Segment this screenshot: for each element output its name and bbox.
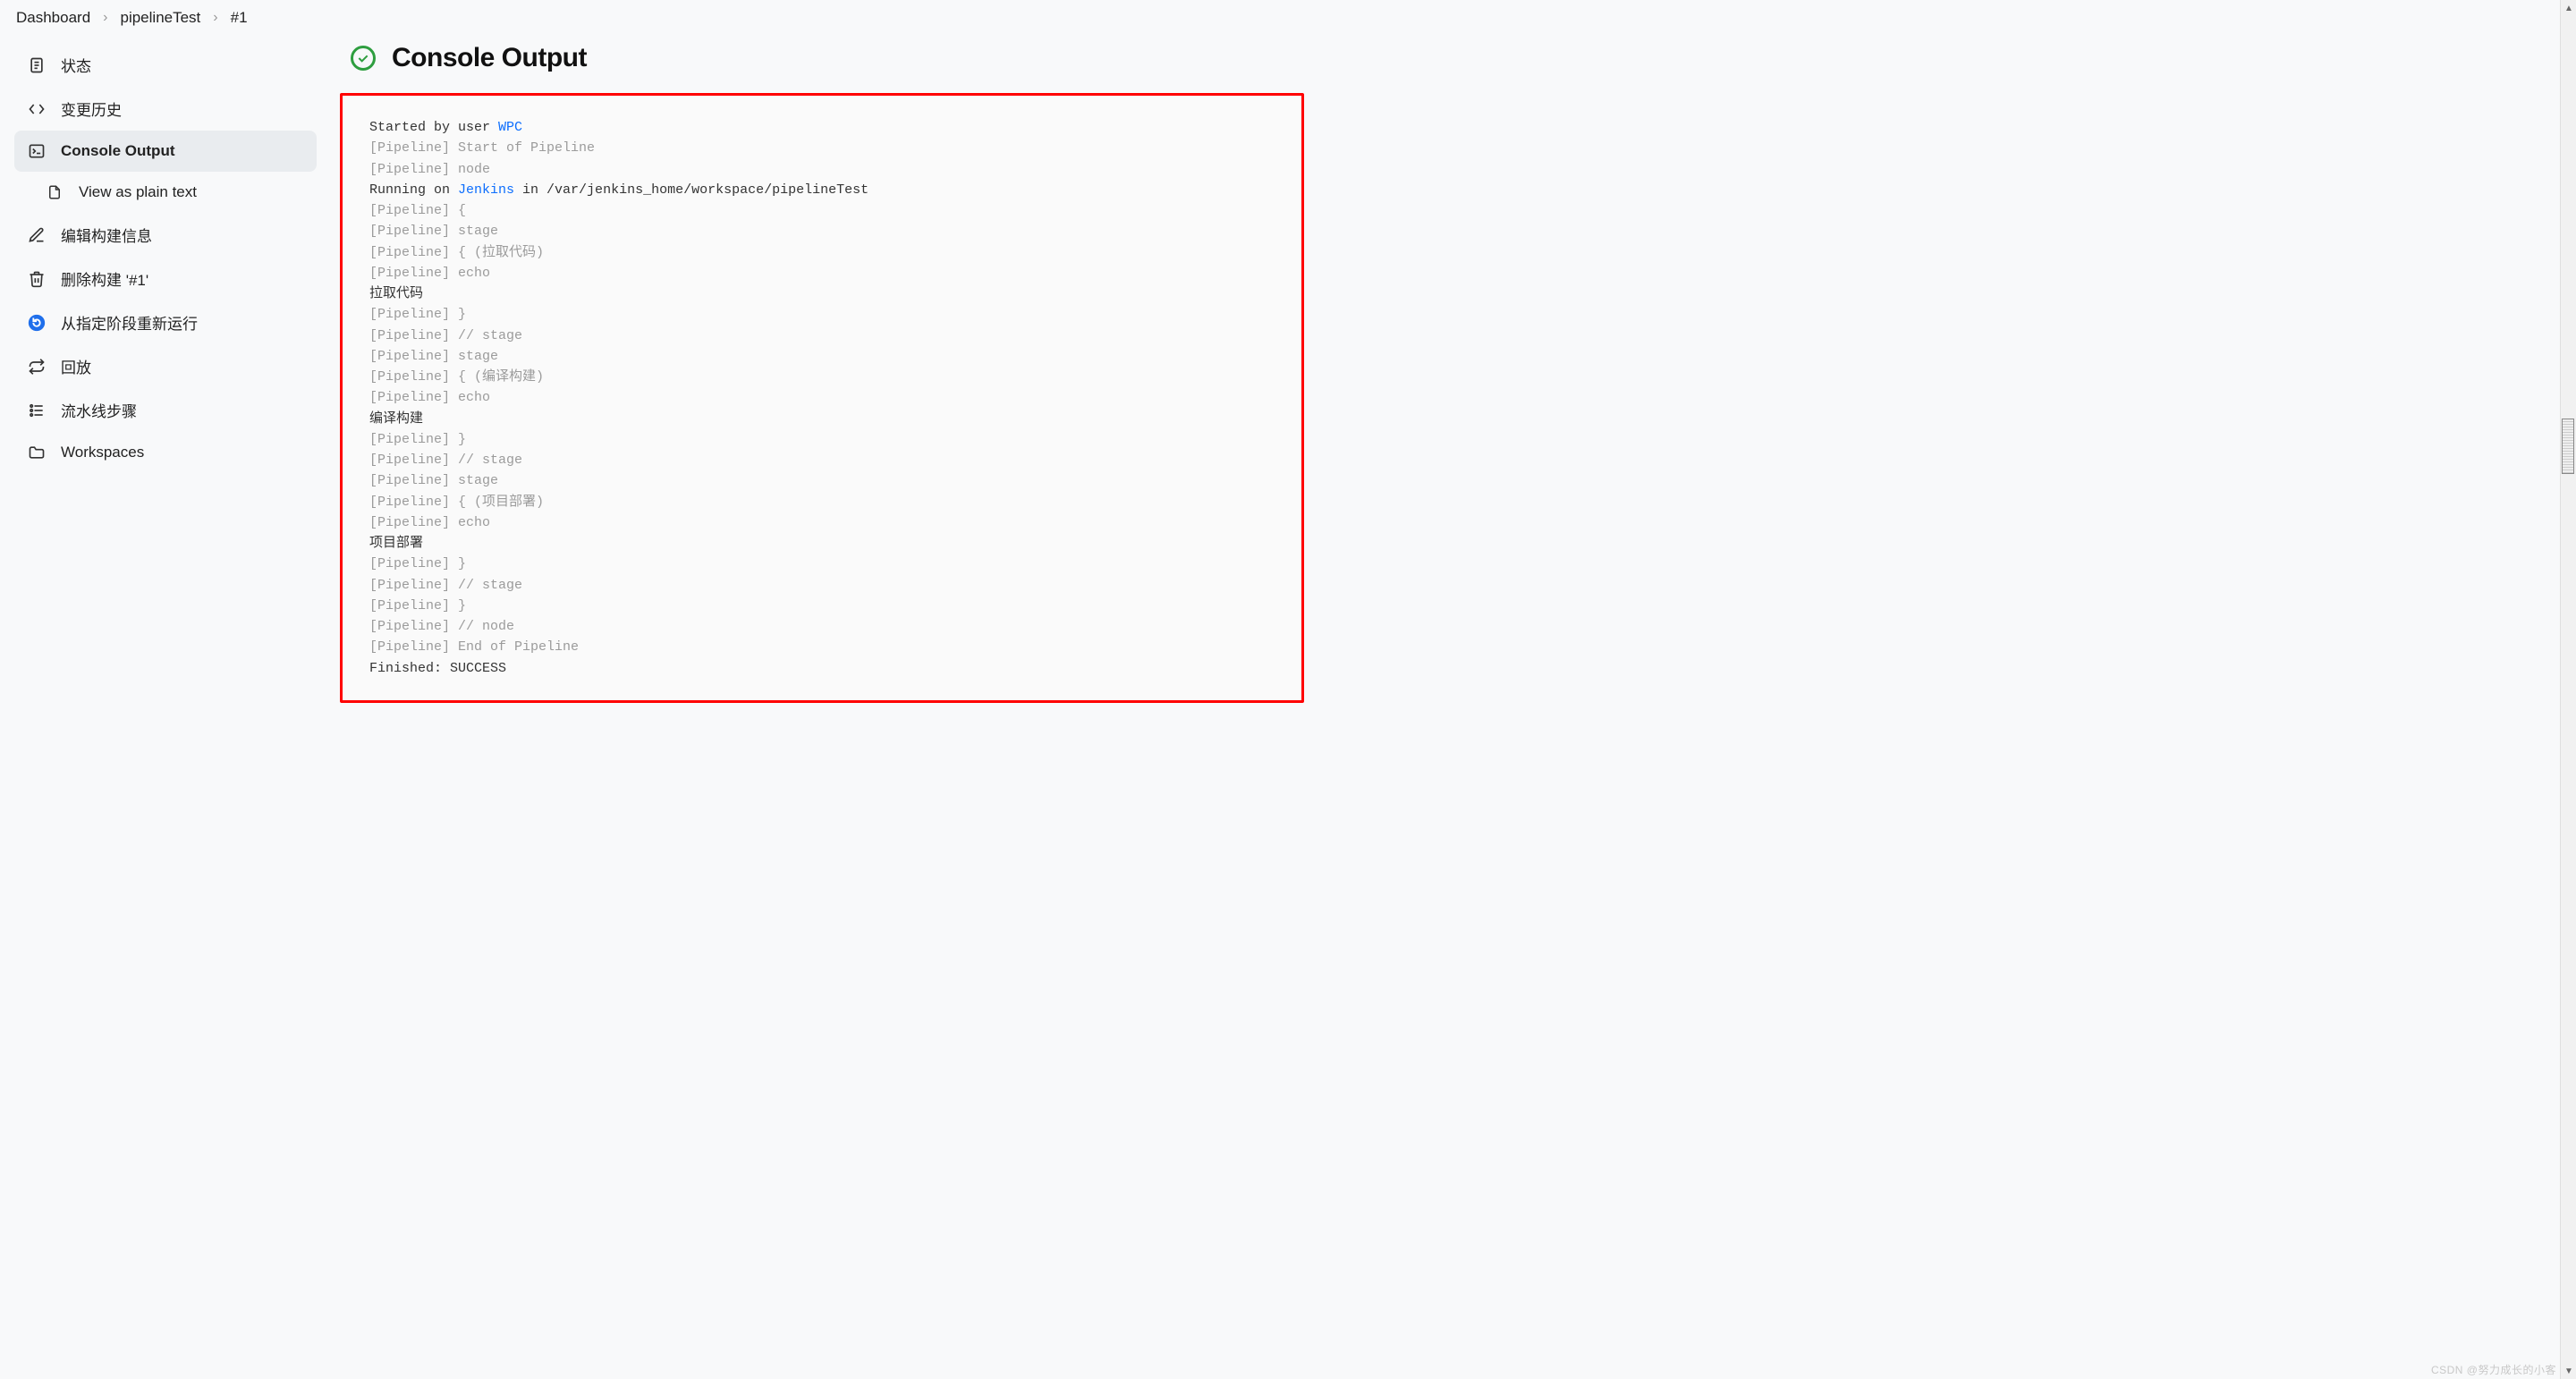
- sidebar-item-label: 变更历史: [61, 97, 122, 120]
- sidebar-item-pipeline-steps[interactable]: 流水线步骤: [14, 388, 317, 432]
- console-node-link[interactable]: Jenkins: [458, 182, 514, 198]
- breadcrumb-item-build[interactable]: #1: [231, 9, 248, 27]
- breadcrumb-item-dashboard[interactable]: Dashboard: [16, 9, 90, 27]
- sidebar-item-status[interactable]: 状态: [14, 43, 317, 87]
- sidebar-item-label: 回放: [61, 355, 91, 377]
- code-icon: [27, 99, 47, 119]
- sidebar-item-label: 编辑构建信息: [61, 224, 152, 246]
- sidebar-item-console-output[interactable]: Console Output: [14, 131, 317, 172]
- console-output-text: Started by user WPC [Pipeline] Start of …: [343, 96, 1301, 700]
- console-output-panel: Started by user WPC [Pipeline] Start of …: [340, 93, 1304, 703]
- scroll-up-arrow-icon[interactable]: ▲: [2561, 0, 2576, 16]
- sidebar-item-label: 状态: [61, 54, 91, 76]
- sidebar-item-delete-build[interactable]: 删除构建 '#1': [14, 257, 317, 300]
- edit-icon: [27, 225, 47, 245]
- sidebar-item-label: Workspaces: [61, 444, 144, 461]
- chevron-right-icon: ›: [213, 10, 217, 26]
- console-user-link[interactable]: WPC: [498, 120, 522, 135]
- breadcrumb: Dashboard › pipelineTest › #1: [0, 0, 2576, 38]
- sidebar-item-replay[interactable]: 回放: [14, 344, 317, 388]
- sidebar-item-label: 从指定阶段重新运行: [61, 311, 198, 334]
- sidebar-item-label: 删除构建 '#1': [61, 267, 148, 290]
- restart-icon: [27, 313, 47, 333]
- steps-icon: [27, 401, 47, 420]
- breadcrumb-item-project[interactable]: pipelineTest: [121, 9, 201, 27]
- replay-icon: [27, 357, 47, 376]
- sidebar: 状态 变更历史 Console Output View as plain tex…: [0, 38, 331, 491]
- vertical-scrollbar[interactable]: ▲ ▼: [2560, 0, 2576, 1379]
- chevron-right-icon: ›: [103, 10, 107, 26]
- folder-icon: [27, 443, 47, 462]
- watermark-text: CSDN @努力成长的小客: [2431, 1362, 2556, 1377]
- trash-icon: [27, 269, 47, 289]
- sidebar-item-view-plain-text[interactable]: View as plain text: [14, 172, 317, 213]
- page-icon: [27, 55, 47, 75]
- success-check-icon: [351, 46, 376, 71]
- scrollbar-thumb[interactable]: [2562, 419, 2574, 474]
- sidebar-item-label: 流水线步骤: [61, 399, 137, 421]
- sidebar-item-changes[interactable]: 变更历史: [14, 87, 317, 131]
- terminal-icon: [27, 141, 47, 161]
- sidebar-item-edit-build-info[interactable]: 编辑构建信息: [14, 213, 317, 257]
- sidebar-item-label: Console Output: [61, 142, 174, 160]
- sidebar-item-workspaces[interactable]: Workspaces: [14, 432, 317, 473]
- sidebar-item-label: View as plain text: [79, 183, 197, 201]
- page-title: Console Output: [392, 43, 587, 73]
- scroll-down-arrow-icon[interactable]: ▼: [2561, 1363, 2576, 1379]
- page-icon: [45, 182, 64, 202]
- main-content: Console Output Started by user WPC [Pipe…: [331, 38, 2576, 730]
- sidebar-item-restart-from-stage[interactable]: 从指定阶段重新运行: [14, 300, 317, 344]
